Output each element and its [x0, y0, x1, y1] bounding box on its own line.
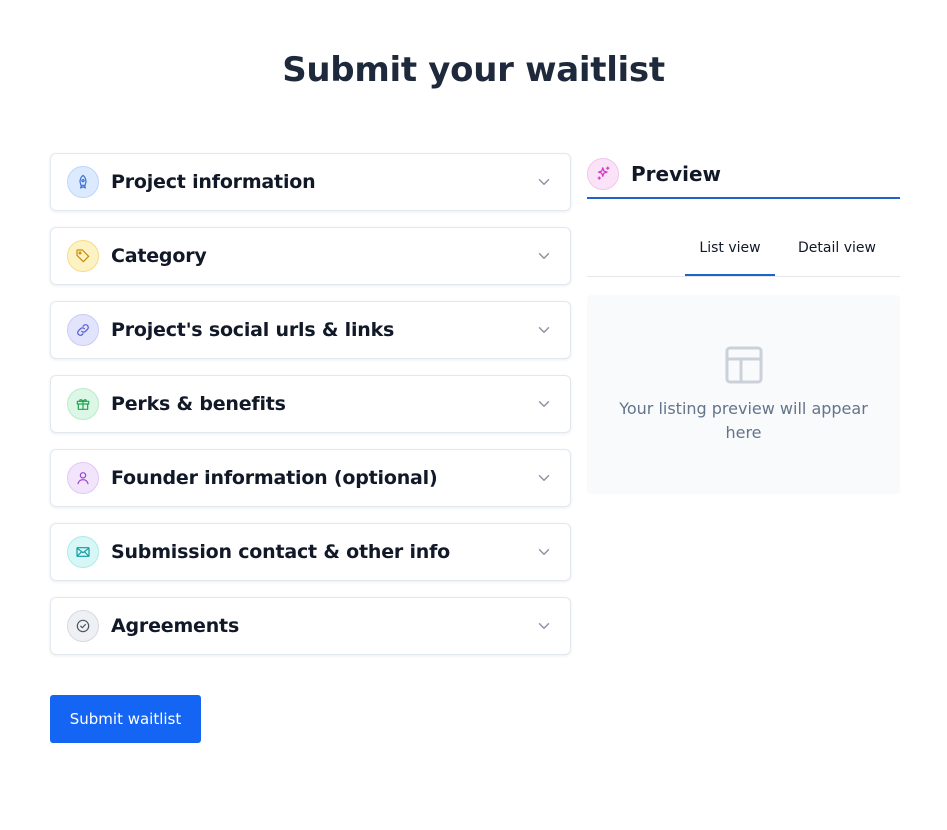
- link-icon: [67, 314, 99, 346]
- preview-title: Preview: [631, 161, 722, 186]
- chevron-down-icon: [538, 623, 550, 629]
- layout-icon: [725, 346, 762, 384]
- submit-waitlist-button[interactable]: Submit waitlist: [50, 695, 201, 743]
- section-agreements[interactable]: Agreements: [50, 597, 571, 655]
- mail-icon: [67, 536, 99, 568]
- section-perks-benefits[interactable]: Perks & benefits: [50, 375, 571, 433]
- preview-placeholder: Your listing preview will appear here: [587, 295, 900, 494]
- section-label: Submission contact & other info: [111, 541, 451, 563]
- gift-icon: [67, 388, 99, 420]
- check-circle-icon: [67, 610, 99, 642]
- section-category[interactable]: Category: [50, 227, 571, 285]
- chevron-down-icon: [538, 327, 550, 333]
- section-social-links[interactable]: Project's social urls & links: [50, 301, 571, 359]
- chevron-down-icon: [538, 549, 550, 555]
- sparkles-icon: [587, 157, 619, 190]
- chevron-down-icon: [538, 401, 550, 407]
- section-label: Agreements: [111, 615, 240, 637]
- section-founder-information[interactable]: Founder information (optional): [50, 449, 571, 507]
- chevron-down-icon: [538, 475, 550, 481]
- preview-header: Preview: [587, 150, 900, 199]
- section-label: Project information: [111, 171, 316, 193]
- section-label: Project's social urls & links: [111, 319, 395, 341]
- tab-list-view[interactable]: List view: [685, 226, 775, 276]
- section-project-information[interactable]: Project information: [50, 153, 571, 211]
- tag-icon: [67, 240, 99, 272]
- preview-panel: Preview List view Detail view Your listi…: [587, 150, 900, 494]
- form-sections: Project information Category Project's s…: [50, 153, 571, 671]
- page-title: Submit your waitlist: [282, 50, 665, 90]
- tab-detail-view[interactable]: Detail view: [787, 226, 887, 276]
- chevron-down-icon: [538, 253, 550, 259]
- section-submission-contact[interactable]: Submission contact & other info: [50, 523, 571, 581]
- user-icon: [67, 462, 99, 494]
- section-label: Category: [111, 245, 207, 267]
- section-label: Perks & benefits: [111, 393, 286, 415]
- chevron-down-icon: [538, 179, 550, 185]
- section-label: Founder information (optional): [111, 467, 438, 489]
- rocket-icon: [67, 166, 99, 198]
- preview-tabs: List view Detail view: [587, 226, 900, 277]
- preview-placeholder-text: Your listing preview will appear here: [619, 399, 868, 442]
